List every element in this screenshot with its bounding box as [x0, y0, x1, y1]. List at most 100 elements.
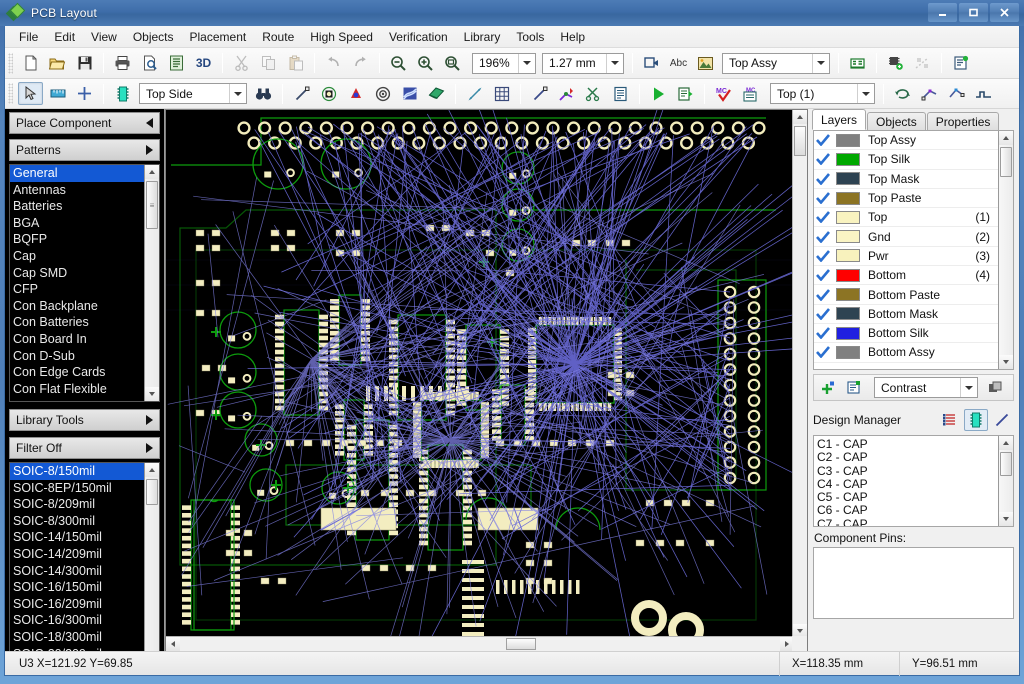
library-tools-header[interactable]: Library Tools — [9, 409, 160, 431]
menu-objects[interactable]: Objects — [125, 27, 182, 47]
scroll-up-icon[interactable] — [145, 463, 159, 477]
select-arrow-icon[interactable] — [18, 82, 43, 105]
route-report-icon[interactable] — [608, 82, 633, 105]
minimize-button[interactable] — [928, 3, 957, 22]
drc-report-icon[interactable]: MC — [738, 82, 763, 105]
toolbar-grip[interactable] — [8, 53, 13, 74]
scroll-up-icon[interactable] — [793, 110, 807, 124]
layer-row[interactable]: Top(1) — [814, 208, 998, 227]
footprint-list-item[interactable]: SOIC-14/150mil — [10, 529, 159, 546]
dimension-arrow-icon[interactable] — [462, 82, 487, 105]
text-abc-icon[interactable]: Abc — [666, 52, 691, 75]
grid-icon[interactable] — [489, 82, 514, 105]
pattern-list-item[interactable]: BGA — [10, 215, 159, 232]
scrollbar-thumb[interactable] — [1000, 452, 1012, 476]
layer-color-swatch[interactable] — [836, 288, 860, 301]
pattern-list-item[interactable]: Con Flat Flexible — [10, 381, 159, 398]
place-component-header[interactable]: Place Component — [9, 112, 160, 134]
paste-icon[interactable] — [283, 52, 308, 75]
binoculars-icon[interactable] — [251, 82, 276, 105]
contrast-combo[interactable]: Contrast — [874, 377, 978, 398]
footprint-list-item[interactable]: SOIC-16/300mil — [10, 612, 159, 629]
layer-color-swatch[interactable] — [836, 230, 860, 243]
scroll-up-icon[interactable] — [999, 436, 1013, 450]
footprints-scrollbar[interactable] — [144, 463, 159, 669]
drc-check-icon[interactable]: MC — [711, 82, 736, 105]
hole-icon[interactable] — [370, 82, 395, 105]
active-layer-combo[interactable]: Top Assy — [722, 53, 830, 74]
layer-row[interactable]: Pwr(3) — [814, 247, 998, 266]
layers-scrollbar[interactable] — [998, 131, 1013, 369]
layer-visibility-checkbox[interactable] — [816, 289, 836, 301]
chevron-down-icon[interactable] — [518, 54, 535, 73]
components-scrollbar[interactable] — [998, 436, 1013, 526]
footprint-list-item[interactable]: SOIC-8/209mil — [10, 496, 159, 513]
footprint-list-item[interactable]: SOIC-8/300mil — [10, 513, 159, 530]
menu-edit[interactable]: Edit — [46, 27, 83, 47]
board-side-combo[interactable]: Top Side — [139, 83, 247, 104]
component-list-item[interactable]: C6 - CAP — [817, 504, 1013, 517]
layer-color-swatch[interactable] — [836, 172, 860, 185]
layer-color-swatch[interactable] — [836, 327, 860, 340]
layer-visibility-checkbox[interactable] — [816, 250, 836, 262]
layer-row[interactable]: Top Mask — [814, 170, 998, 189]
tab-objects[interactable]: Objects — [867, 112, 926, 130]
layer-color-swatch[interactable] — [836, 192, 860, 205]
patterns-header[interactable]: Patterns — [9, 139, 160, 161]
pattern-list-item[interactable]: Batteries — [10, 198, 159, 215]
scroll-up-icon[interactable] — [999, 131, 1013, 145]
tab-properties[interactable]: Properties — [927, 112, 1000, 130]
net-list-icon[interactable] — [845, 52, 870, 75]
scrollbar-thumb[interactable] — [794, 126, 806, 156]
properties-icon[interactable] — [948, 52, 973, 75]
measure-icon[interactable] — [45, 82, 70, 105]
menu-placement[interactable]: Placement — [182, 27, 255, 47]
pattern-list-item[interactable]: Con Backplane — [10, 298, 159, 315]
line-icon[interactable] — [289, 82, 314, 105]
pattern-list-item[interactable]: CFP — [10, 281, 159, 298]
footprint-list-item[interactable]: SOIC-16/150mil — [10, 579, 159, 596]
contrast-swatch-icon[interactable] — [983, 377, 1007, 399]
dm-traces-icon[interactable] — [990, 409, 1014, 431]
chevron-down-icon[interactable] — [812, 54, 829, 73]
copper-pour-icon[interactable] — [397, 82, 422, 105]
footprint-list-item[interactable]: SOIC-18/300mil — [10, 629, 159, 646]
pattern-list-item[interactable]: Antennas — [10, 182, 159, 199]
zoom-in-icon[interactable] — [413, 52, 438, 75]
pattern-list-item[interactable]: BQFP — [10, 231, 159, 248]
footprint-list-item[interactable]: SOIC-8EP/150mil — [10, 480, 159, 497]
toolbar-grip[interactable] — [8, 83, 13, 104]
pad-icon[interactable] — [343, 82, 368, 105]
layer-visibility-checkbox[interactable] — [816, 173, 836, 185]
cut-icon[interactable] — [229, 52, 254, 75]
layers-list[interactable]: Top AssyTop SilkTop MaskTop PasteTop(1)G… — [813, 130, 1014, 370]
layer-row[interactable]: Bottom Mask — [814, 305, 998, 324]
scroll-up-icon[interactable] — [145, 165, 159, 179]
dm-components-icon[interactable] — [964, 409, 988, 431]
layer-color-swatch[interactable] — [836, 134, 860, 147]
layer-row[interactable]: Top Paste — [814, 189, 998, 208]
close-button[interactable] — [990, 3, 1019, 22]
layer-color-swatch[interactable] — [836, 269, 860, 282]
component-list-item[interactable]: C3 - CAP — [817, 465, 1013, 478]
menu-high-speed[interactable]: High Speed — [302, 27, 381, 47]
chevron-down-icon[interactable] — [229, 84, 246, 103]
undo-icon[interactable] — [321, 52, 346, 75]
layer-row[interactable]: Bottom Assy — [814, 343, 998, 362]
run-autorouter-icon[interactable] — [646, 82, 671, 105]
add-layer-icon[interactable] — [816, 377, 840, 399]
open-file-icon[interactable] — [45, 52, 70, 75]
layer-visibility-checkbox[interactable] — [816, 192, 836, 204]
crosshair-icon[interactable] — [72, 82, 97, 105]
layer-visibility-checkbox[interactable] — [816, 327, 836, 339]
route-manual-icon[interactable] — [554, 82, 579, 105]
route-settings-icon[interactable] — [673, 82, 698, 105]
chevron-down-icon[interactable] — [960, 378, 977, 397]
layer-color-swatch[interactable] — [836, 249, 860, 262]
pattern-list-item[interactable]: Con Batteries — [10, 314, 159, 331]
print-preview-icon[interactable] — [137, 52, 162, 75]
layer-color-swatch[interactable] — [836, 307, 860, 320]
image-icon[interactable] — [693, 52, 718, 75]
layer-visibility-checkbox[interactable] — [816, 153, 836, 165]
menu-route[interactable]: Route — [254, 27, 302, 47]
